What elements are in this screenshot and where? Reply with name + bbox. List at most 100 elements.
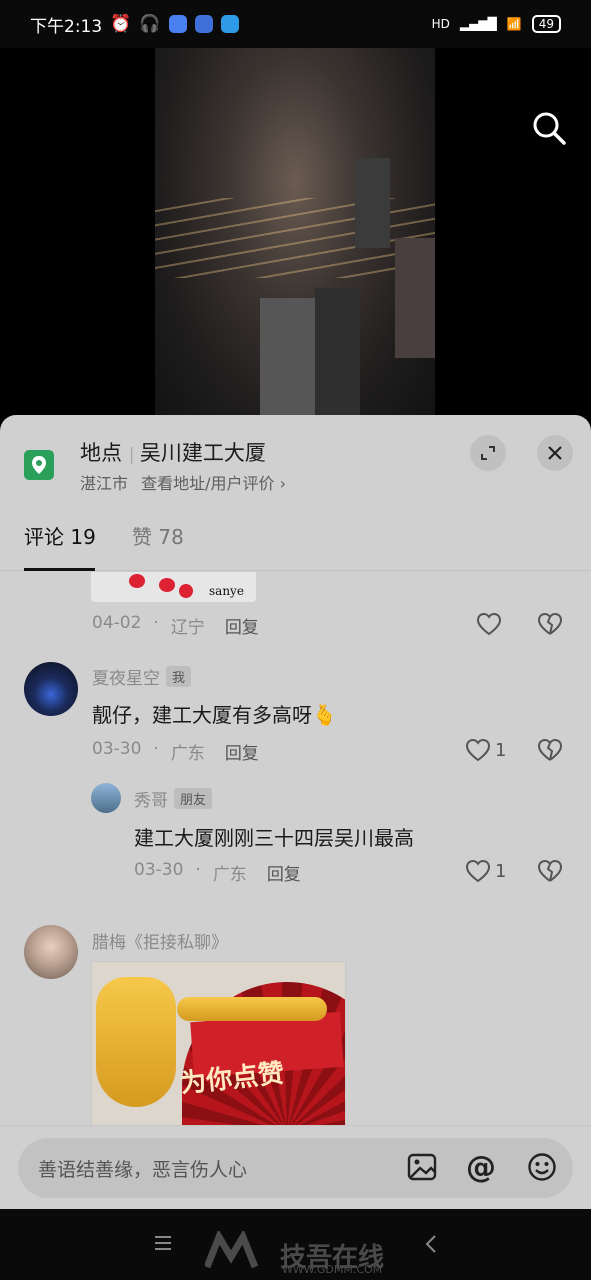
building (260, 298, 315, 428)
like-count: 1 (495, 860, 507, 882)
expand-button[interactable] (470, 435, 506, 471)
headphones-icon: 🎧 (139, 14, 161, 34)
like-button[interactable] (476, 612, 502, 636)
divider: | (128, 445, 140, 465)
thumb-up-shape (96, 977, 176, 1107)
like-count: 1 (495, 739, 507, 761)
reply-button[interactable]: 回复 (267, 860, 301, 885)
finger-heart-emoji: 🫰 (312, 703, 337, 727)
app-icon (194, 15, 213, 33)
heart-shape (159, 578, 175, 592)
status-bar: 下午2:13 ⏰ 🎧 HD ▂▄▆█ 📶 49 (0, 0, 591, 48)
input-placeholder: 善语结善缘，恶言伤人心 (38, 1159, 248, 1181)
sticker-image[interactable]: 为你点赞 (91, 961, 346, 1125)
location-pin-icon (24, 450, 54, 480)
comment-sheet: 地点 | 吴川建工大厦 湛江市 查看地址/用户评价 › 评论 19 赞 78 s… (0, 415, 591, 1280)
location-title: 地点 | 吴川建工大厦 (80, 437, 266, 467)
heart-shape (129, 574, 145, 588)
wifi-icon: 📶 (506, 17, 522, 31)
avatar[interactable] (24, 925, 78, 979)
location-link[interactable]: 查看地址/用户评价 (141, 474, 274, 493)
separator: · (195, 860, 201, 880)
broken-heart-icon (537, 738, 563, 761)
alarm-icon: ⏰ (110, 14, 132, 34)
username[interactable]: 腊梅《拒接私聊》 (92, 928, 228, 953)
heart-shape (179, 584, 193, 598)
building (395, 238, 435, 358)
watermark-logo-icon (203, 1229, 267, 1273)
comment-input[interactable]: 善语结善缘，恶言伤人心 @ (18, 1138, 573, 1198)
network-label: HD (431, 17, 450, 31)
dislike-button[interactable] (537, 859, 563, 883)
heart-icon (465, 859, 491, 883)
comment-user[interactable]: 夏夜星空 我 (92, 664, 192, 689)
comment-date: 03-30 (92, 739, 142, 759)
location-label: 地点 (80, 441, 122, 465)
tab-comments[interactable]: 评论 19 (24, 521, 96, 550)
location-name: 吴川建工大厦 (139, 441, 266, 465)
tab-bar: 评论 19 赞 78 (0, 515, 591, 571)
comment-meta: 04-02 · 辽宁 回复 (92, 613, 259, 638)
battery-level: 49 (531, 15, 561, 33)
comment-user[interactable]: 秀哥 朋友 (134, 786, 213, 811)
video-frame (155, 48, 435, 428)
comment-user[interactable]: 腊梅《拒接私聊》 (92, 928, 228, 953)
location-header[interactable]: 地点 | 吴川建工大厦 湛江市 查看地址/用户评价 › (0, 415, 591, 510)
tab-likes[interactable]: 赞 78 (132, 521, 184, 550)
location-subtitle[interactable]: 湛江市 查看地址/用户评价 › (80, 470, 286, 494)
comment-date: 04-02 (92, 613, 142, 633)
location-city: 湛江市 (80, 474, 129, 493)
city-lights (155, 198, 435, 278)
close-button[interactable] (537, 435, 573, 471)
heart-icon (476, 612, 502, 636)
close-icon (548, 446, 562, 460)
broken-heart-icon (537, 859, 563, 882)
avatar[interactable] (91, 783, 121, 813)
comment-text: 靓仔，建工大厦有多高呀🫰 (92, 699, 337, 728)
comment-input-bar: 善语结善缘，恶言伤人心 @ (0, 1125, 591, 1209)
dislike-button[interactable] (537, 612, 563, 636)
building (355, 158, 390, 248)
app-icon (220, 15, 239, 33)
comment-meta: 03-30 · 广东 回复 (134, 860, 301, 885)
mention-icon[interactable]: @ (465, 1150, 497, 1185)
username[interactable]: 夏夜星空 (92, 664, 160, 689)
image-icon[interactable] (406, 1151, 438, 1183)
comment-region: 广东 (212, 865, 247, 885)
sticker-image[interactable]: sanye (91, 572, 256, 602)
comment-meta: 03-30 · 广东 回复 (92, 739, 259, 764)
tab-underline (24, 568, 95, 571)
reply-button[interactable]: 回复 (225, 739, 259, 764)
friend-badge: 朋友 (174, 788, 213, 809)
system-nav-bar: 技吾在线 WWW.GDMM.COM (0, 1209, 591, 1280)
heart-icon (465, 738, 491, 762)
like-button[interactable]: 1 (465, 738, 506, 762)
like-button[interactable]: 1 (465, 859, 506, 883)
username[interactable]: 秀哥 (134, 786, 168, 811)
reply-button[interactable]: 回复 (225, 613, 259, 638)
chevron-right-icon: › (279, 474, 287, 493)
back-icon[interactable] (425, 1234, 437, 1258)
comment-region: 广东 (170, 744, 205, 764)
me-badge: 我 (166, 666, 192, 687)
status-time: 下午2:13 (30, 16, 103, 37)
separator: · (153, 613, 159, 633)
thumbs-row-shape (177, 997, 327, 1021)
building (315, 288, 360, 428)
search-icon[interactable] (531, 110, 567, 146)
expand-icon (481, 446, 495, 460)
comment-list[interactable]: sanye 04-02 · 辽宁 回复 夏夜星空 我 靓仔，建工大厦有多高呀🫰 … (0, 572, 591, 1125)
emoji-icon[interactable] (526, 1151, 558, 1183)
avatar[interactable] (24, 662, 78, 716)
dislike-button[interactable] (537, 738, 563, 762)
app-icon (168, 15, 187, 33)
video-player[interactable] (0, 48, 591, 428)
broken-heart-icon (537, 612, 563, 635)
sticker-text: sanye (209, 584, 244, 598)
comment-text: 建工大厦刚刚三十四层吴川最高 (134, 826, 414, 850)
signal-icon: ▂▄▆█ (459, 17, 497, 31)
menu-icon[interactable] (154, 1235, 172, 1255)
comment-date: 03-30 (134, 860, 184, 880)
comment-region: 辽宁 (170, 618, 205, 638)
watermark-url: WWW.GDMM.COM (282, 1263, 383, 1276)
